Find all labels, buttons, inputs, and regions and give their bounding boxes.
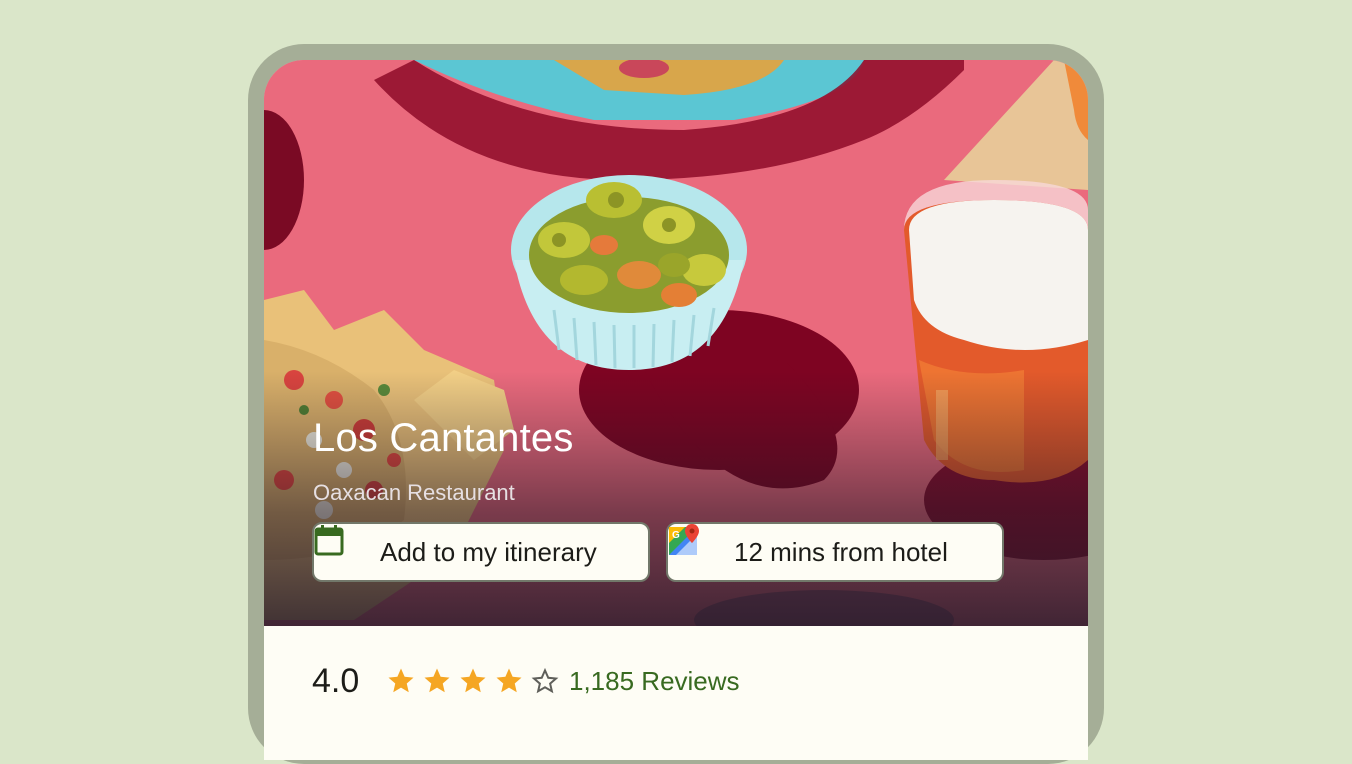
device-frame: Los Cantantes Oaxacan Restaurant Add to … xyxy=(248,44,1104,764)
distance-from-hotel-button[interactable]: G 12 mins from hotel xyxy=(666,522,1004,582)
svg-text:G: G xyxy=(672,530,680,541)
distance-label: 12 mins from hotel xyxy=(734,536,948,567)
star-outline-icon xyxy=(531,667,559,694)
reviews-link[interactable]: 1,185 Reviews xyxy=(569,666,740,697)
star-filled-icon xyxy=(496,668,522,693)
star-filled-icon xyxy=(424,668,450,693)
app-screen: Los Cantantes Oaxacan Restaurant Add to … xyxy=(264,60,1088,760)
star-filled-icon xyxy=(388,668,414,693)
restaurant-cuisine: Oaxacan Restaurant xyxy=(313,480,515,505)
hero-image: Los Cantantes Oaxacan Restaurant Add to … xyxy=(264,60,1088,626)
rating-summary: 4.0 1,185 Reviews xyxy=(264,626,1088,760)
add-to-itinerary-button[interactable]: Add to my itinerary xyxy=(312,522,650,582)
calendar-icon xyxy=(314,525,362,568)
itinerary-label: Add to my itinerary xyxy=(380,536,597,567)
restaurant-name: Los Cantantes xyxy=(313,416,574,460)
rating-stars xyxy=(386,666,560,696)
star-filled-icon xyxy=(460,668,486,693)
google-maps-icon: G xyxy=(669,524,716,568)
rating-score: 4.0 xyxy=(312,662,360,700)
